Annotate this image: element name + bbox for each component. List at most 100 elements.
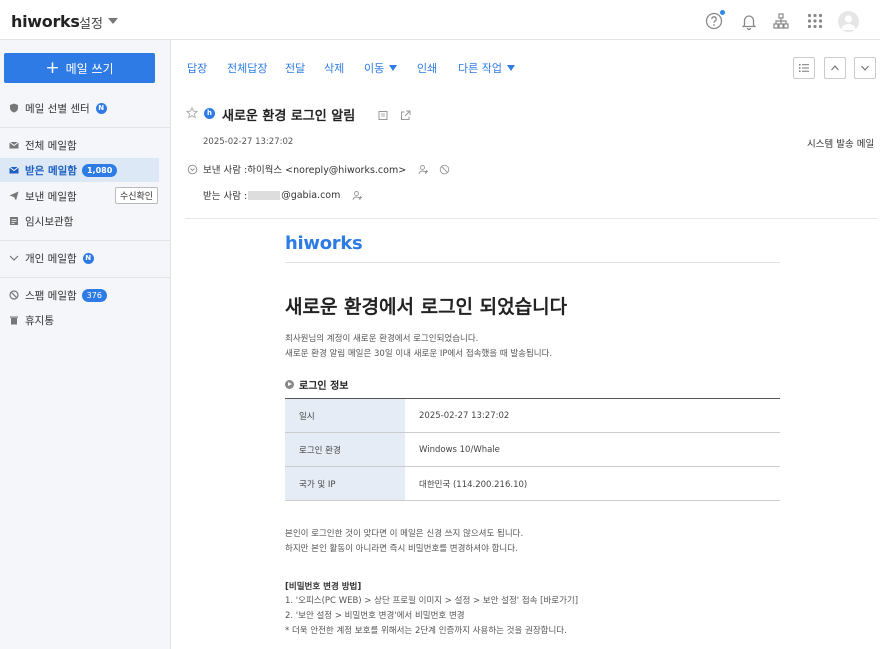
sidebar-item-mail-filter-center[interactable]: 메일 선별 센터 N bbox=[0, 96, 171, 120]
login-info-title: 로그인 정보 bbox=[299, 381, 349, 392]
help-notification-dot bbox=[720, 10, 725, 15]
sidebar-item-label: 받은 메일함 bbox=[25, 164, 77, 177]
external-link-icon[interactable] bbox=[400, 110, 411, 121]
sidebar-item-label: 휴지통 bbox=[25, 314, 54, 327]
chevron-down-icon bbox=[861, 65, 869, 71]
plus-icon: + bbox=[45, 57, 60, 78]
password-step-1[interactable]: 1. '오피스(PC WEB) > 상단 프로필 이미지 > 설정 > 보안 설… bbox=[285, 594, 578, 609]
print-button[interactable]: 인쇄 bbox=[417, 60, 437, 76]
new-badge: N bbox=[82, 252, 94, 264]
send-icon bbox=[9, 191, 19, 201]
star-icon[interactable] bbox=[186, 107, 198, 119]
system-mail-label: 시스템 발송 메일 bbox=[807, 139, 875, 150]
delete-button[interactable]: 삭제 bbox=[324, 60, 344, 76]
email-title: 새로운 환경에서 로그인 되었습니다 bbox=[285, 296, 568, 318]
caret-down-icon bbox=[506, 65, 515, 71]
table-row: 국가 및 IP 대한민국 (114.200.216.10) bbox=[285, 466, 780, 501]
to-domain[interactable]: @gabia.com bbox=[281, 190, 340, 201]
list-view-button[interactable] bbox=[793, 57, 815, 79]
table-value: 대한민국 (114.200.216.10) bbox=[405, 466, 780, 501]
sidebar-item-label: 보낸 메일함 bbox=[25, 190, 77, 203]
other-actions-dropdown[interactable]: 다른 작업 bbox=[458, 60, 515, 76]
caret-down-icon bbox=[389, 65, 398, 71]
play-bullet-icon bbox=[285, 380, 294, 389]
apps-grid-icon[interactable] bbox=[806, 12, 824, 30]
next-mail-button[interactable] bbox=[854, 57, 876, 79]
unread-count-badge: 1,080 bbox=[81, 163, 118, 177]
password-security-note: * 더욱 안전한 계정 보호를 위해서는 2단계 인증까지 사용하는 것을 권장… bbox=[285, 626, 567, 636]
password-change-title: [비밀번호 변경 방법] bbox=[285, 582, 362, 592]
trash-icon bbox=[9, 315, 19, 325]
sidebar-item-label: 임시보관함 bbox=[25, 215, 74, 228]
sidebar: + 메일 쓰기 메일 선별 센터 N 전체 메일함 받은 메일함 1,080 보… bbox=[0, 40, 171, 649]
from-row: 보낸 사람 : 하이웍스 <noreply@hiworks.com> bbox=[187, 162, 450, 176]
memo-icon[interactable] bbox=[378, 110, 389, 121]
mail-date: 2025-02-27 13:27:02 bbox=[203, 137, 294, 147]
move-label: 이동 bbox=[364, 62, 385, 75]
read-receipt-button[interactable]: 수신확인 bbox=[115, 187, 158, 204]
draft-icon bbox=[9, 216, 19, 226]
table-row: 일시 2025-02-27 13:27:02 bbox=[285, 398, 780, 433]
mail-toolbar: 답장 전체답장 전달 삭제 이동 인쇄 다른 작업 bbox=[171, 40, 880, 96]
sidebar-item-label: 전체 메일함 bbox=[25, 139, 77, 152]
table-value: Windows 10/Whale bbox=[405, 432, 780, 467]
reply-all-button[interactable]: 전체답장 bbox=[227, 60, 267, 76]
email-intro-line-1: 최사원님의 계정이 새로운 환경에서 로그인되었습니다. bbox=[285, 334, 479, 344]
sidebar-item-drafts[interactable]: 임시보관함 bbox=[0, 209, 171, 233]
envelope-icon bbox=[9, 165, 19, 175]
block-icon bbox=[9, 290, 19, 300]
spam-count-badge: 376 bbox=[81, 288, 107, 302]
from-address[interactable]: 하이웍스 <noreply@hiworks.com> bbox=[247, 162, 406, 176]
app-logo[interactable]: hiworks bbox=[11, 12, 80, 31]
shield-icon bbox=[9, 103, 19, 113]
sender-badge: h bbox=[204, 108, 215, 119]
avatar[interactable] bbox=[838, 11, 859, 32]
previous-mail-button[interactable] bbox=[824, 57, 846, 79]
move-dropdown[interactable]: 이동 bbox=[364, 60, 398, 76]
to-label: 받는 사람 : bbox=[203, 191, 248, 202]
mail-subject: 새로운 환경 로그인 알림 bbox=[222, 109, 356, 124]
list-icon bbox=[799, 64, 809, 72]
email-logo: hiworks bbox=[285, 233, 363, 254]
expand-circle-icon[interactable] bbox=[187, 164, 198, 175]
compose-label: 메일 쓰기 bbox=[65, 61, 114, 76]
to-row: 받는 사람 : @gabia.com bbox=[203, 188, 363, 202]
caret-down-icon[interactable] bbox=[108, 18, 118, 24]
top-bar: hiworks 설정 bbox=[0, 0, 880, 40]
sidebar-item-label: 메일 선별 센터 bbox=[25, 102, 90, 115]
block-sender-icon[interactable] bbox=[439, 164, 450, 175]
email-note-line-1: 본인이 로그인한 것이 맞다면 이 메일은 신경 쓰지 않으셔도 됩니다. bbox=[285, 529, 524, 539]
email-logo-divider bbox=[285, 262, 780, 263]
table-key: 국가 및 IP bbox=[285, 466, 405, 501]
header-divider bbox=[185, 218, 877, 219]
email-intro-line-2: 새로운 환경 알림 메일은 30일 이내 새로운 IP에서 접속했을 때 발송됩… bbox=[285, 349, 553, 359]
sidebar-item-label: 스팸 메일함 bbox=[25, 289, 77, 302]
new-badge: N bbox=[95, 102, 107, 114]
table-row: 로그인 환경 Windows 10/Whale bbox=[285, 432, 780, 467]
sidebar-divider bbox=[0, 127, 171, 128]
other-actions-label: 다른 작업 bbox=[458, 62, 502, 75]
message-view: h 새로운 환경 로그인 알림 2025-02-27 13:27:02 시스템 … bbox=[171, 96, 880, 649]
redacted-recipient bbox=[248, 190, 281, 200]
sidebar-item-personal-mailbox[interactable]: 개인 메일함 N bbox=[0, 246, 171, 270]
compose-mail-button[interactable]: + 메일 쓰기 bbox=[4, 53, 155, 83]
add-contact-icon[interactable] bbox=[352, 190, 363, 201]
org-chart-icon[interactable] bbox=[772, 12, 790, 30]
login-info-table: 일시 2025-02-27 13:27:02 로그인 환경 Windows 10… bbox=[285, 398, 780, 501]
sidebar-item-all-mail[interactable]: 전체 메일함 bbox=[0, 133, 171, 157]
chevron-up-icon bbox=[831, 65, 839, 71]
sidebar-item-trash[interactable]: 휴지통 bbox=[0, 308, 171, 332]
mailbox-icon bbox=[9, 140, 19, 150]
email-note-line-2: 하지만 본인 활동이 아니라면 즉시 비밀번호를 변경하셔야 합니다. bbox=[285, 544, 518, 554]
sidebar-divider bbox=[0, 277, 171, 278]
reply-button[interactable]: 답장 bbox=[187, 60, 207, 76]
table-value: 2025-02-27 13:27:02 bbox=[405, 398, 780, 433]
add-contact-icon[interactable] bbox=[418, 164, 429, 175]
sidebar-item-spam[interactable]: 스팸 메일함 376 bbox=[0, 283, 171, 307]
app-name-dropdown[interactable]: 설정 bbox=[79, 13, 103, 32]
forward-button[interactable]: 전달 bbox=[285, 60, 305, 76]
chevron-down-icon[interactable] bbox=[9, 253, 19, 263]
password-step-2: 2. '보안 설정 > 비밀번호 변경'에서 비밀번호 변경 bbox=[285, 611, 465, 621]
sidebar-item-inbox[interactable]: 받은 메일함 1,080 bbox=[0, 158, 159, 182]
bell-icon[interactable] bbox=[740, 12, 758, 30]
